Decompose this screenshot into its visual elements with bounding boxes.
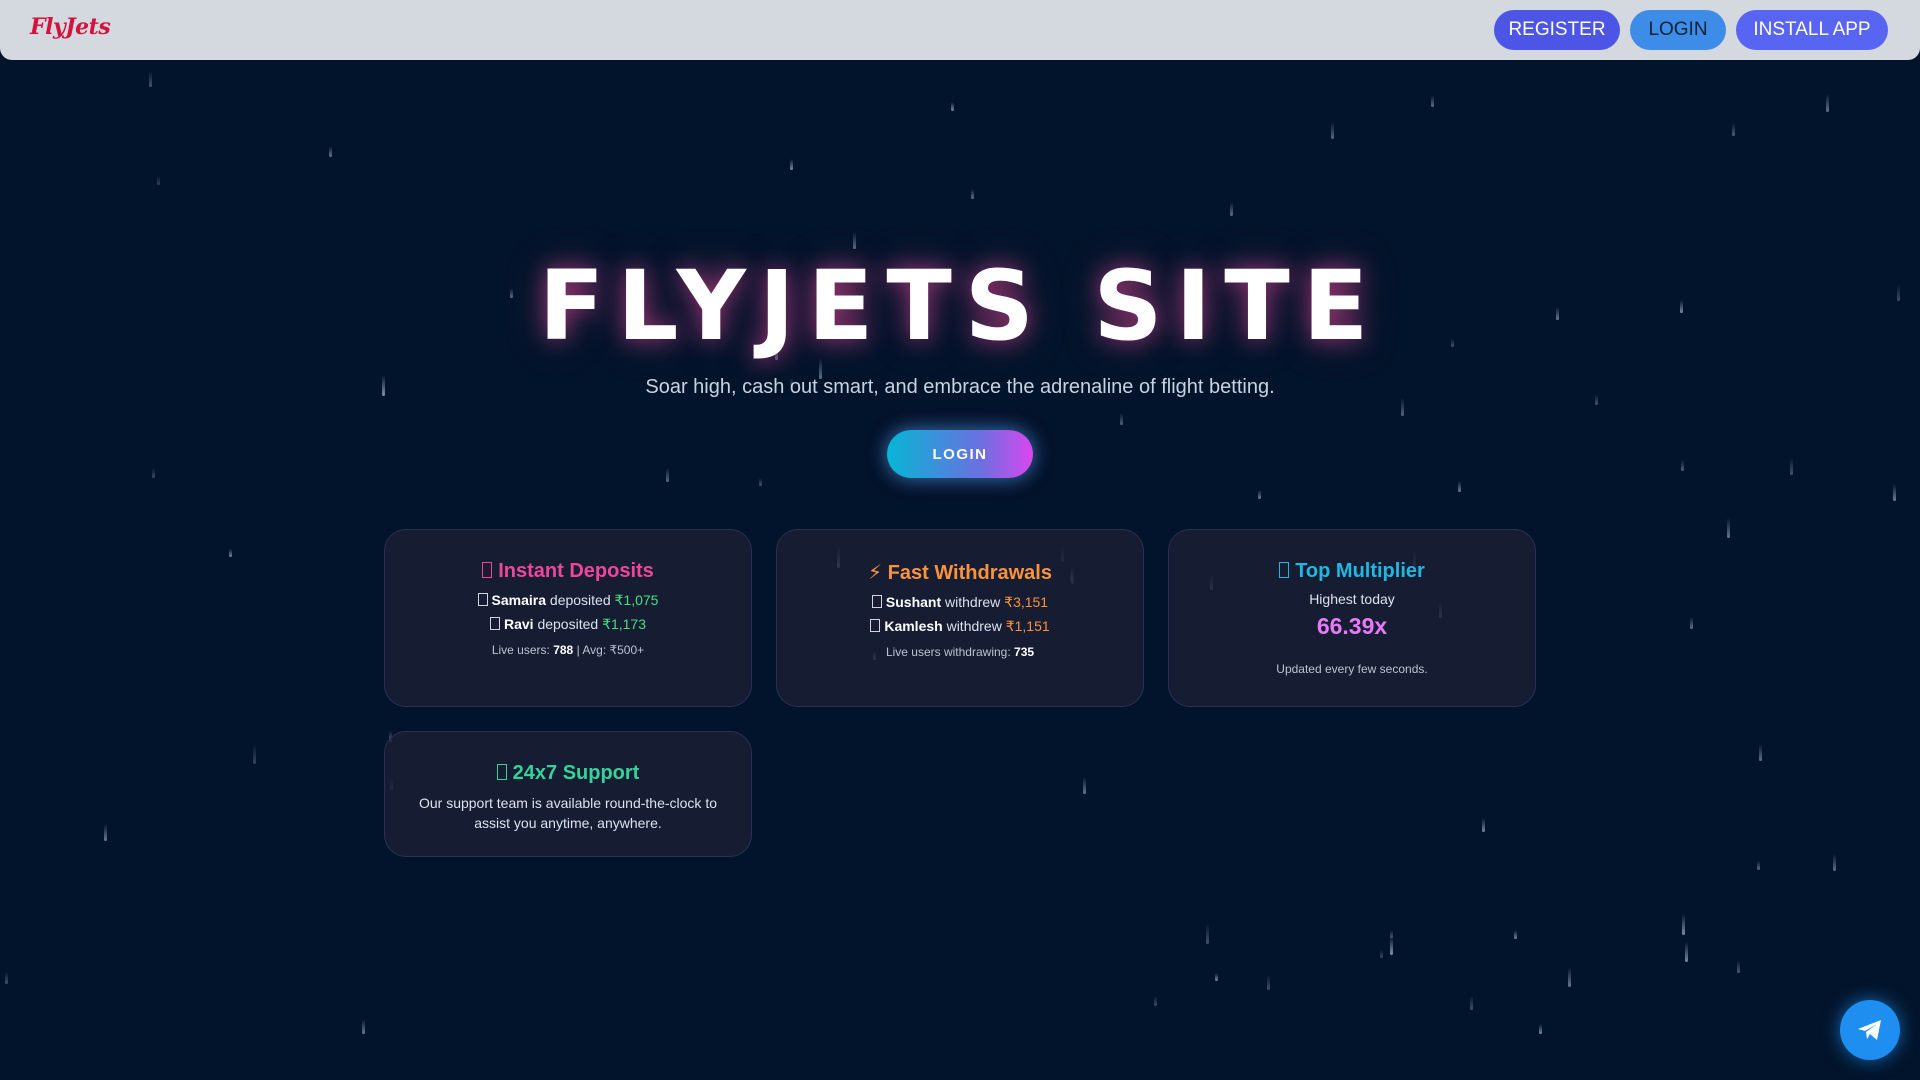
raindrop — [853, 232, 856, 249]
deposit-amount: ₹1,075 — [614, 592, 659, 608]
raindrop — [1790, 458, 1793, 475]
raindrop — [1230, 202, 1233, 216]
raindrop — [1681, 460, 1684, 471]
withdrawer-name: Kamlesh — [884, 618, 943, 634]
raindrop — [971, 189, 974, 199]
withdrawals-live-stats: Live users withdrawing: 735 — [885, 645, 1035, 659]
register-button[interactable]: REGISTER — [1494, 10, 1620, 50]
depositor-name: Ravi — [503, 616, 534, 632]
instant-deposits-card: Instant Deposits Samaira deposited ₹1,07… — [384, 529, 752, 707]
live-withdrawing-count: 735 — [1014, 645, 1035, 659]
deposit-entry: Ravi deposited ₹1,173 — [385, 615, 751, 633]
hero-subtitle: Soar high, cash out smart, and embrace t… — [645, 376, 1275, 398]
raindrop — [1759, 744, 1762, 761]
raindrop — [1482, 818, 1485, 832]
raindrop — [1727, 518, 1730, 538]
withdrawal-amount: ₹1,151 — [1005, 618, 1050, 634]
user-icon — [870, 619, 881, 632]
flyjets-logo[interactable]: FlyJets — [30, 14, 111, 40]
login-button[interactable]: LOGIN — [1630, 10, 1726, 50]
raindrop — [152, 468, 155, 478]
withdrawer-name: Sushant — [885, 594, 942, 610]
deposits-live-stats: Live users: 788 | Avg: ₹500+ — [491, 643, 645, 657]
support-icon — [496, 764, 507, 780]
raindrop — [1833, 854, 1836, 871]
raindrop — [1685, 942, 1688, 962]
deposit-amount: ₹1,173 — [602, 616, 647, 632]
support-title: 24x7 Support — [385, 762, 751, 785]
multiplier-note: Updated every few seconds. — [1276, 662, 1428, 676]
withdrawals-title: ⚡ Fast Withdrawals — [868, 562, 1052, 584]
raindrop — [1470, 996, 1473, 1010]
raindrop — [5, 972, 8, 984]
raindrop — [1757, 861, 1760, 870]
raindrop — [1267, 975, 1270, 990]
raindrop — [1690, 617, 1693, 629]
raindrop — [1390, 930, 1393, 938]
multiplier-value: 66.39x — [1316, 613, 1388, 639]
top-multiplier-card: Top Multiplier Highest today 66.39x Upda… — [1168, 529, 1536, 707]
raindrop — [149, 71, 152, 87]
multiplier-title: Top Multiplier — [1169, 560, 1535, 583]
withdrawal-amount: ₹3,151 — [1004, 594, 1049, 610]
depositor-name: Samaira — [491, 592, 547, 608]
hero-login-button[interactable]: LOGIN — [887, 430, 1033, 478]
install-app-button[interactable]: INSTALL APP — [1736, 10, 1888, 50]
raindrop — [1380, 950, 1383, 958]
user-icon — [871, 595, 882, 608]
raindrop — [1514, 930, 1517, 939]
raindrop — [1732, 123, 1735, 136]
raindrop — [759, 478, 762, 486]
raindrop — [790, 159, 793, 170]
raindrop — [104, 824, 107, 841]
raindrop — [1401, 398, 1404, 416]
deposits-title: Instant Deposits — [385, 560, 751, 583]
telegram-button[interactable] — [1840, 1000, 1900, 1060]
money-icon — [482, 562, 493, 578]
raindrop — [157, 176, 160, 185]
raindrop — [1215, 973, 1218, 981]
hero-title: FLYJETS SITE — [538, 250, 1382, 362]
raindrop — [229, 549, 232, 557]
top-navbar: FlyJets REGISTER LOGIN INSTALL APP — [0, 0, 1920, 60]
raindrop — [666, 468, 669, 482]
raindrop — [1682, 914, 1685, 935]
raindrop — [1568, 967, 1571, 987]
raindrop — [1206, 924, 1209, 944]
raindrop — [1154, 996, 1157, 1006]
raindrop — [1893, 484, 1896, 501]
fast-withdrawals-card: ⚡ Fast Withdrawals Sushant withdrew ₹3,1… — [776, 529, 1144, 707]
raindrop — [362, 1019, 365, 1034]
raindrop — [951, 102, 954, 111]
raindrop — [1431, 95, 1434, 107]
raindrop — [253, 744, 256, 764]
rocket-icon — [1279, 562, 1290, 578]
withdrawal-entry: Sushant withdrew ₹3,151 — [777, 593, 1143, 611]
user-icon — [489, 617, 500, 630]
raindrop — [1826, 94, 1829, 112]
live-users-count: 788 — [553, 643, 574, 657]
raindrop — [1083, 777, 1086, 794]
deposit-entry: Samaira deposited ₹1,075 — [385, 591, 751, 609]
raindrop — [329, 146, 332, 157]
user-icon — [477, 593, 488, 606]
telegram-icon — [1858, 1020, 1881, 1040]
support-card: 24x7 Support Our support team is availab… — [384, 731, 752, 857]
multiplier-label: Highest today — [1309, 591, 1395, 607]
raindrop — [1258, 490, 1261, 499]
support-text: Our support team is available round-the-… — [418, 795, 718, 831]
lightning-icon: ⚡ — [868, 562, 883, 584]
raindrop — [1120, 413, 1123, 425]
raindrop — [1458, 481, 1461, 492]
raindrop — [1539, 1024, 1542, 1034]
raindrop — [1737, 960, 1740, 973]
withdrawal-entry: Kamlesh withdrew ₹1,151 — [777, 617, 1143, 635]
raindrop — [1331, 122, 1334, 139]
raindrop — [1390, 936, 1393, 955]
